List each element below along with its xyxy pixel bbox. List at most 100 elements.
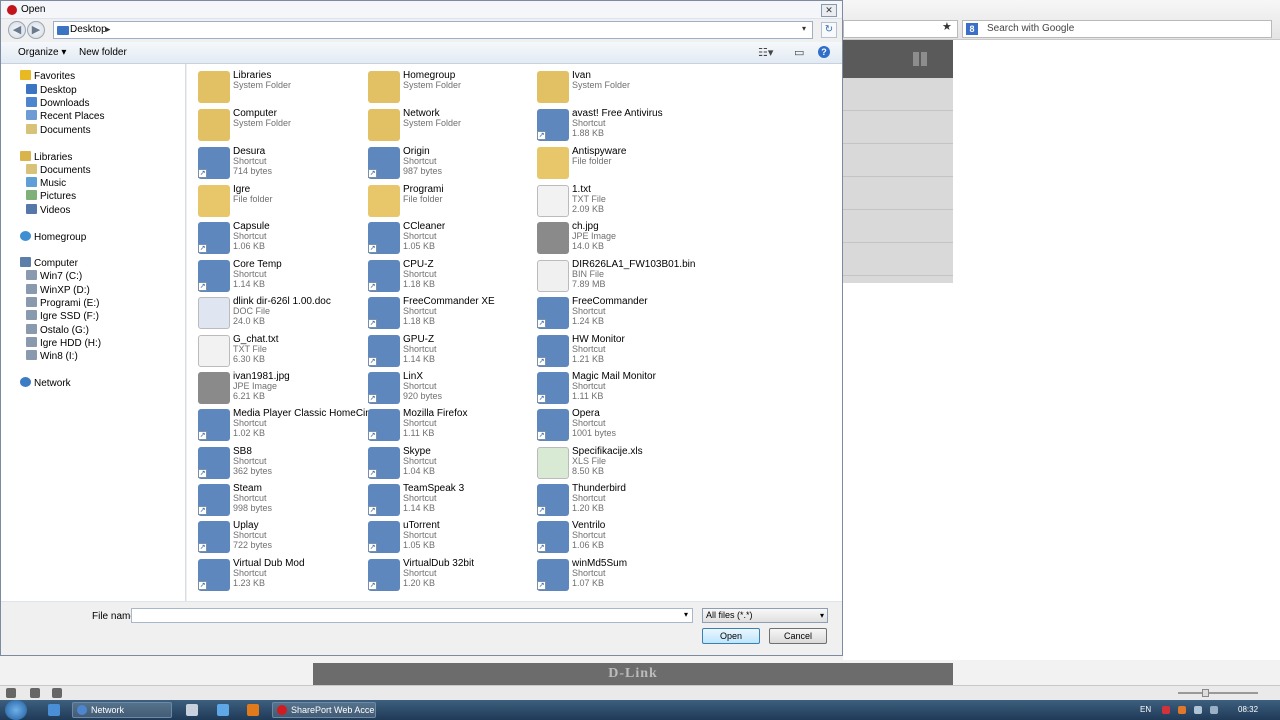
ie-icon[interactable]	[48, 704, 60, 716]
forward-button[interactable]: ▶	[27, 21, 45, 39]
preview-pane-icon[interactable]: ▭	[794, 46, 804, 59]
file-item[interactable]: ch.jpg JPE Image 14.0 KB	[537, 220, 702, 257]
file-item[interactable]: Antispyware File folder	[537, 145, 702, 182]
bookmark-star-icon[interactable]: ★	[942, 20, 952, 33]
task-network[interactable]: Network	[72, 702, 172, 718]
breadcrumb-chevron-icon[interactable]: ▸	[106, 24, 111, 35]
steam-taskbar-icon[interactable]	[186, 704, 198, 716]
task-sharepoint[interactable]: SharePort Web Acce...	[272, 702, 376, 718]
file-item[interactable]: Programi File folder	[368, 183, 533, 220]
nav-drive-i[interactable]: Win8 (I:)	[26, 350, 78, 362]
back-button[interactable]: ◀	[8, 21, 26, 39]
close-button[interactable]: ✕	[821, 4, 837, 17]
nav-computer[interactable]: Computer	[20, 257, 78, 269]
nav-drive-e[interactable]: Programi (E:)	[26, 297, 99, 309]
nav-homegroup[interactable]: Homegroup	[20, 231, 86, 243]
browser-search-box[interactable]: 8 Search with Google	[962, 20, 1272, 38]
zoom-slider-knob[interactable]	[1202, 689, 1209, 697]
nav-videos[interactable]: Videos	[26, 204, 70, 216]
file-item[interactable]: ↗ Steam Shortcut 998 bytes	[198, 482, 363, 519]
file-item[interactable]: ↗ Magic Mail Monitor Shortcut 1.11 KB	[537, 370, 702, 407]
file-item[interactable]: ivan1981.jpg JPE Image 6.21 KB	[198, 370, 363, 407]
file-item[interactable]: DIR626LA1_FW103B01.bin BIN File 7.89 MB	[537, 258, 702, 295]
file-item[interactable]: ↗ Virtual Dub Mod Shortcut 1.23 KB	[198, 557, 363, 594]
tray-volume-icon[interactable]	[1210, 706, 1218, 714]
open-button[interactable]: Open	[702, 628, 760, 644]
filename-input[interactable]	[131, 608, 693, 623]
file-item[interactable]: dlink dir-626l 1.00.doc DOC File 24.0 KB	[198, 295, 363, 332]
nav-network[interactable]: Network	[20, 377, 71, 389]
file-item[interactable]: Network System Folder	[368, 107, 533, 144]
file-item[interactable]: ↗ LinX Shortcut 920 bytes	[368, 370, 533, 407]
refresh-button[interactable]: ↻	[821, 22, 837, 38]
speed-dial-icon[interactable]	[52, 688, 62, 698]
nav-downloads[interactable]: Downloads	[26, 97, 89, 109]
file-item[interactable]: Computer System Folder	[198, 107, 363, 144]
nav-drive-g[interactable]: Ostalo (G:)	[26, 324, 89, 336]
nav-recent-places[interactable]: Recent Places	[26, 110, 104, 122]
file-item[interactable]: ↗ Thunderbird Shortcut 1.20 KB	[537, 482, 702, 519]
tray-app-icon[interactable]	[1162, 706, 1170, 714]
nav-drive-d[interactable]: WinXP (D:)	[26, 284, 90, 296]
browser-address-bar[interactable]	[843, 20, 958, 38]
cloud-icon[interactable]	[30, 688, 40, 698]
file-item[interactable]: ↗ Capsule Shortcut 1.06 KB	[198, 220, 363, 257]
file-item[interactable]: ↗ uTorrent Shortcut 1.05 KB	[368, 519, 533, 556]
view-options-icon[interactable]: ☷▾	[758, 46, 773, 59]
file-item[interactable]: ↗ CPU-Z Shortcut 1.18 KB	[368, 258, 533, 295]
file-item[interactable]: ↗ FreeCommander Shortcut 1.24 KB	[537, 295, 702, 332]
clock[interactable]: 08:32	[1238, 705, 1258, 714]
file-item[interactable]: ↗ winMd5Sum Shortcut 1.07 KB	[537, 557, 702, 594]
zoom-slider[interactable]	[1178, 689, 1258, 697]
file-item[interactable]: Libraries System Folder	[198, 69, 363, 106]
status-icon[interactable]	[6, 688, 16, 698]
file-item[interactable]: ↗ GPU-Z Shortcut 1.14 KB	[368, 333, 533, 370]
breadcrumb-desktop[interactable]: Desktop	[70, 24, 107, 35]
file-item[interactable]: ↗ Mozilla Firefox Shortcut 1.11 KB	[368, 407, 533, 444]
filetype-select[interactable]: All files (*.*) ▾	[702, 608, 828, 623]
nav-documents-fav[interactable]: Documents	[26, 124, 91, 136]
file-item[interactable]: ↗ HW Monitor Shortcut 1.21 KB	[537, 333, 702, 370]
file-item[interactable]: ↗ TeamSpeak 3 Shortcut 1.14 KB	[368, 482, 533, 519]
file-item[interactable]: ↗ SB8 Shortcut 362 bytes	[198, 445, 363, 482]
file-item[interactable]: ↗ Origin Shortcut 987 bytes	[368, 145, 533, 182]
skype-taskbar-icon[interactable]	[217, 704, 229, 716]
help-icon[interactable]: ?	[818, 46, 830, 58]
file-item[interactable]: ↗ Ventrilo Shortcut 1.06 KB	[537, 519, 702, 556]
nav-drive-f[interactable]: Igre SSD (F:)	[26, 310, 99, 322]
tray-network-icon[interactable]	[1194, 706, 1202, 714]
file-item[interactable]: Specifikacije.xls XLS File 8.50 KB	[537, 445, 702, 482]
language-indicator[interactable]: EN	[1140, 705, 1151, 714]
organize-button[interactable]: Organize ▾	[18, 47, 66, 58]
cancel-button[interactable]: Cancel	[769, 628, 827, 644]
tray-app-icon[interactable]	[1178, 706, 1186, 714]
file-item[interactable]: Ivan System Folder	[537, 69, 702, 106]
file-item[interactable]: Igre File folder	[198, 183, 363, 220]
file-item[interactable]: ↗ VirtualDub 32bit Shortcut 1.20 KB	[368, 557, 533, 594]
nav-drive-h[interactable]: Igre HDD (H:)	[26, 337, 101, 349]
filename-dropdown-icon[interactable]: ▾	[684, 610, 688, 619]
file-item[interactable]: ↗ Skype Shortcut 1.04 KB	[368, 445, 533, 482]
file-item[interactable]: ↗ Media Player Classic HomeCinema Shortcut…	[198, 407, 390, 444]
file-item[interactable]: ↗ avast! Free Antivirus Shortcut 1.88 KB	[537, 107, 702, 144]
file-item[interactable]: ↗ Desura Shortcut 714 bytes	[198, 145, 363, 182]
file-item[interactable]: ↗ Opera Shortcut 1001 bytes	[537, 407, 702, 444]
new-folder-button[interactable]: New folder	[79, 47, 127, 58]
file-item[interactable]: G_chat.txt TXT File 6.30 KB	[198, 333, 363, 370]
address-bar[interactable]: Desktop ▸ ▾	[53, 21, 813, 39]
firefox-taskbar-icon[interactable]	[247, 704, 259, 716]
file-item[interactable]: ↗ CCleaner Shortcut 1.05 KB	[368, 220, 533, 257]
file-item[interactable]: ↗ Core Temp Shortcut 1.14 KB	[198, 258, 363, 295]
nav-desktop[interactable]: Desktop	[26, 84, 77, 96]
start-button[interactable]	[5, 700, 27, 720]
nav-libraries[interactable]: Libraries	[20, 151, 72, 163]
address-dropdown-icon[interactable]: ▾	[802, 24, 806, 33]
file-item[interactable]: Homegroup System Folder	[368, 69, 533, 106]
file-item[interactable]: ↗ Uplay Shortcut 722 bytes	[198, 519, 363, 556]
file-item[interactable]: 1.txt TXT File 2.09 KB	[537, 183, 702, 220]
nav-music[interactable]: Music	[26, 177, 66, 189]
nav-favorites[interactable]: Favorites	[20, 70, 75, 82]
nav-lib-documents[interactable]: Documents	[26, 164, 91, 176]
file-item[interactable]: ↗ FreeCommander XE Shortcut 1.18 KB	[368, 295, 533, 332]
nav-pictures[interactable]: Pictures	[26, 190, 76, 202]
